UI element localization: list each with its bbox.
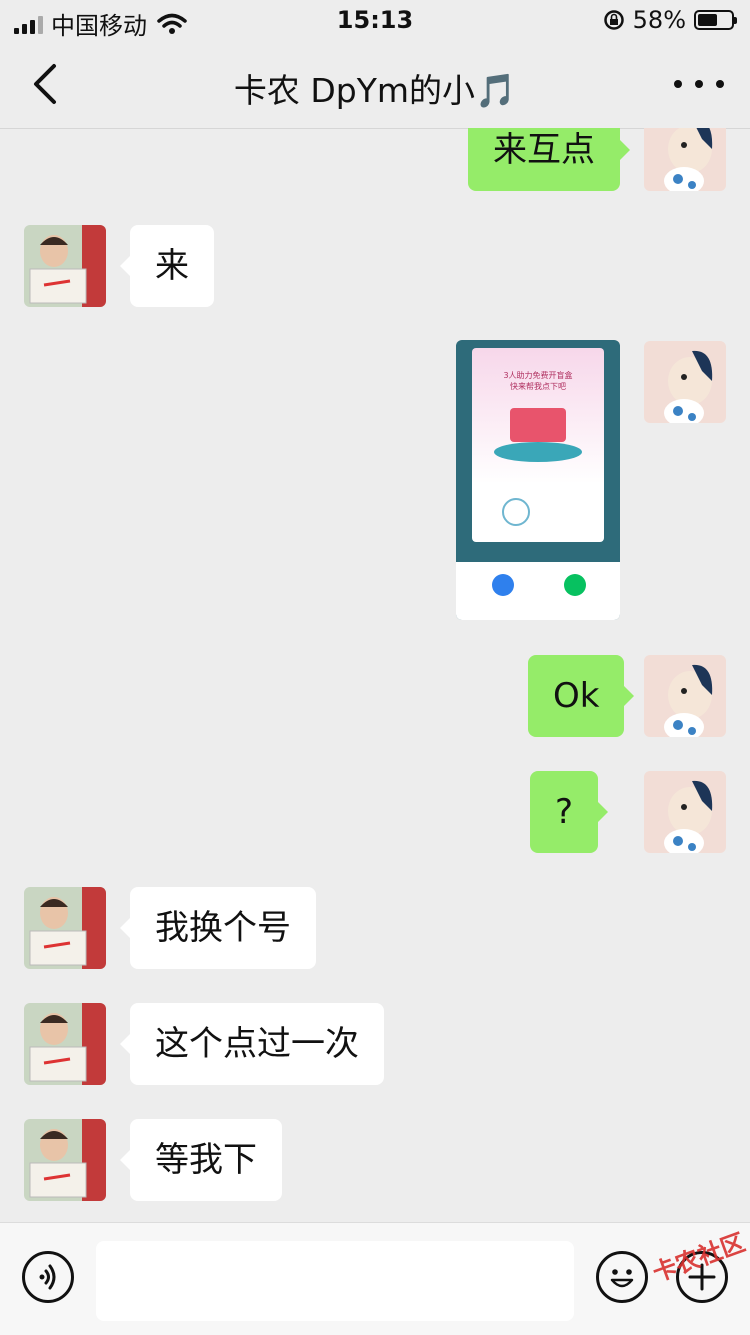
incoming-message[interactable]: 来 [120, 225, 214, 307]
image-message[interactable]: 3人助力免费开盲盒 快来帮我点下吧 [456, 340, 620, 620]
more-dots-icon[interactable] [674, 68, 724, 100]
voice-icon[interactable] [22, 1251, 74, 1303]
battery-icon [694, 10, 737, 30]
contact-avatar[interactable] [24, 1119, 106, 1201]
my-avatar[interactable] [644, 771, 726, 853]
my-avatar[interactable] [644, 128, 726, 191]
moments-icon [492, 574, 514, 596]
share-sheet [456, 562, 620, 620]
outgoing-message[interactable]: 来互点 [468, 128, 630, 191]
wechat-icon [564, 574, 586, 596]
outgoing-message[interactable]: Ok [528, 655, 635, 737]
chat-header: 卡农 DpYm的小🎵 [0, 40, 750, 129]
gift-box-icon [510, 408, 566, 442]
back-chevron-icon[interactable] [26, 60, 70, 108]
rotation-lock-icon [603, 10, 624, 30]
screenshot-caption: 3人助力免费开盲盒 快来帮我点下吧 [503, 371, 573, 391]
outgoing-message[interactable]: ? [530, 771, 609, 853]
contact-avatar[interactable] [24, 225, 106, 307]
chat-title: 卡农 DpYm的小🎵 [233, 71, 517, 110]
incoming-message[interactable]: 我换个号 [120, 887, 316, 969]
input-bar [0, 1222, 750, 1335]
status-bar: 中国移动 15:13 58% [0, 0, 750, 40]
incoming-message[interactable]: 等我下 [120, 1119, 282, 1201]
my-avatar[interactable] [644, 341, 726, 423]
stage-graphic [494, 442, 582, 462]
contact-avatar[interactable] [24, 887, 106, 969]
incoming-message[interactable]: 这个点过一次 [120, 1003, 384, 1085]
contact-avatar[interactable] [24, 1003, 106, 1085]
battery-percent: 58% [632, 6, 686, 34]
emoji-icon[interactable] [596, 1251, 648, 1303]
qr-code-icon [502, 498, 530, 526]
my-avatar[interactable] [644, 655, 726, 737]
message-input[interactable] [96, 1241, 574, 1321]
shared-screenshot: 3人助力免费开盲盒 快来帮我点下吧 [472, 348, 604, 542]
message-list[interactable]: 来互点 来 3人助力免费开盲盒 快来帮我点下吧 Ok ? 我换个号 这个点过一次… [0, 128, 750, 1222]
